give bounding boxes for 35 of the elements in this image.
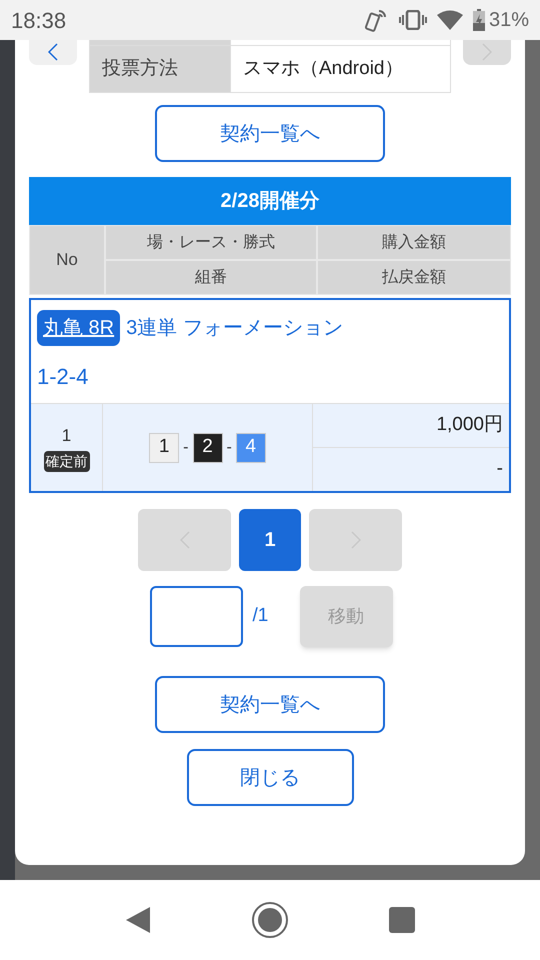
combination-text: 1-2-4 [37,363,90,391]
column-header: 購入金額 [318,226,510,259]
column-header: No [30,226,104,294]
separator-text: - [183,438,188,458]
battery-icon [472,9,485,31]
vibrate-icon [398,10,427,30]
contract-list-button[interactable]: 契約一覧へ [155,105,385,162]
boat-number: 2 [192,432,222,462]
page-input-field[interactable] [150,586,242,647]
back-icon[interactable] [125,906,151,934]
race-link[interactable]: 丸亀 8R [37,310,120,346]
home-icon[interactable] [251,901,289,939]
column-header: 場・レース・勝式 [106,226,316,259]
status-badge: 確定前 [44,450,90,472]
phone-signal-icon [364,7,389,33]
page-total-text: /1 [252,604,270,628]
clock-time: 18:38 [11,6,66,34]
boat-number: 4 [236,432,266,462]
contract-list-button[interactable]: 契約一覧へ [155,676,385,733]
section-header: 2/28開催分 [29,177,511,225]
payout-amount: - [496,457,503,482]
boat-number: 1 [149,432,180,462]
prev-button[interactable] [29,40,77,65]
purchase-amount: 1,000円 [436,413,503,438]
row-number: 1 [62,425,72,448]
chevron-left-icon [48,43,58,61]
separator-text: - [226,438,232,458]
table-header-cell: 投票方法 [90,46,230,92]
close-button[interactable]: 閉じる [186,749,354,806]
column-header: 組番 [106,261,316,294]
bet-type-text: 3連単 フォーメーション [126,316,343,341]
page-button[interactable]: 1 [239,509,301,571]
column-header: 払戻金額 [318,261,510,294]
battery-percent: 31% [488,8,529,33]
wifi-icon [436,10,463,30]
